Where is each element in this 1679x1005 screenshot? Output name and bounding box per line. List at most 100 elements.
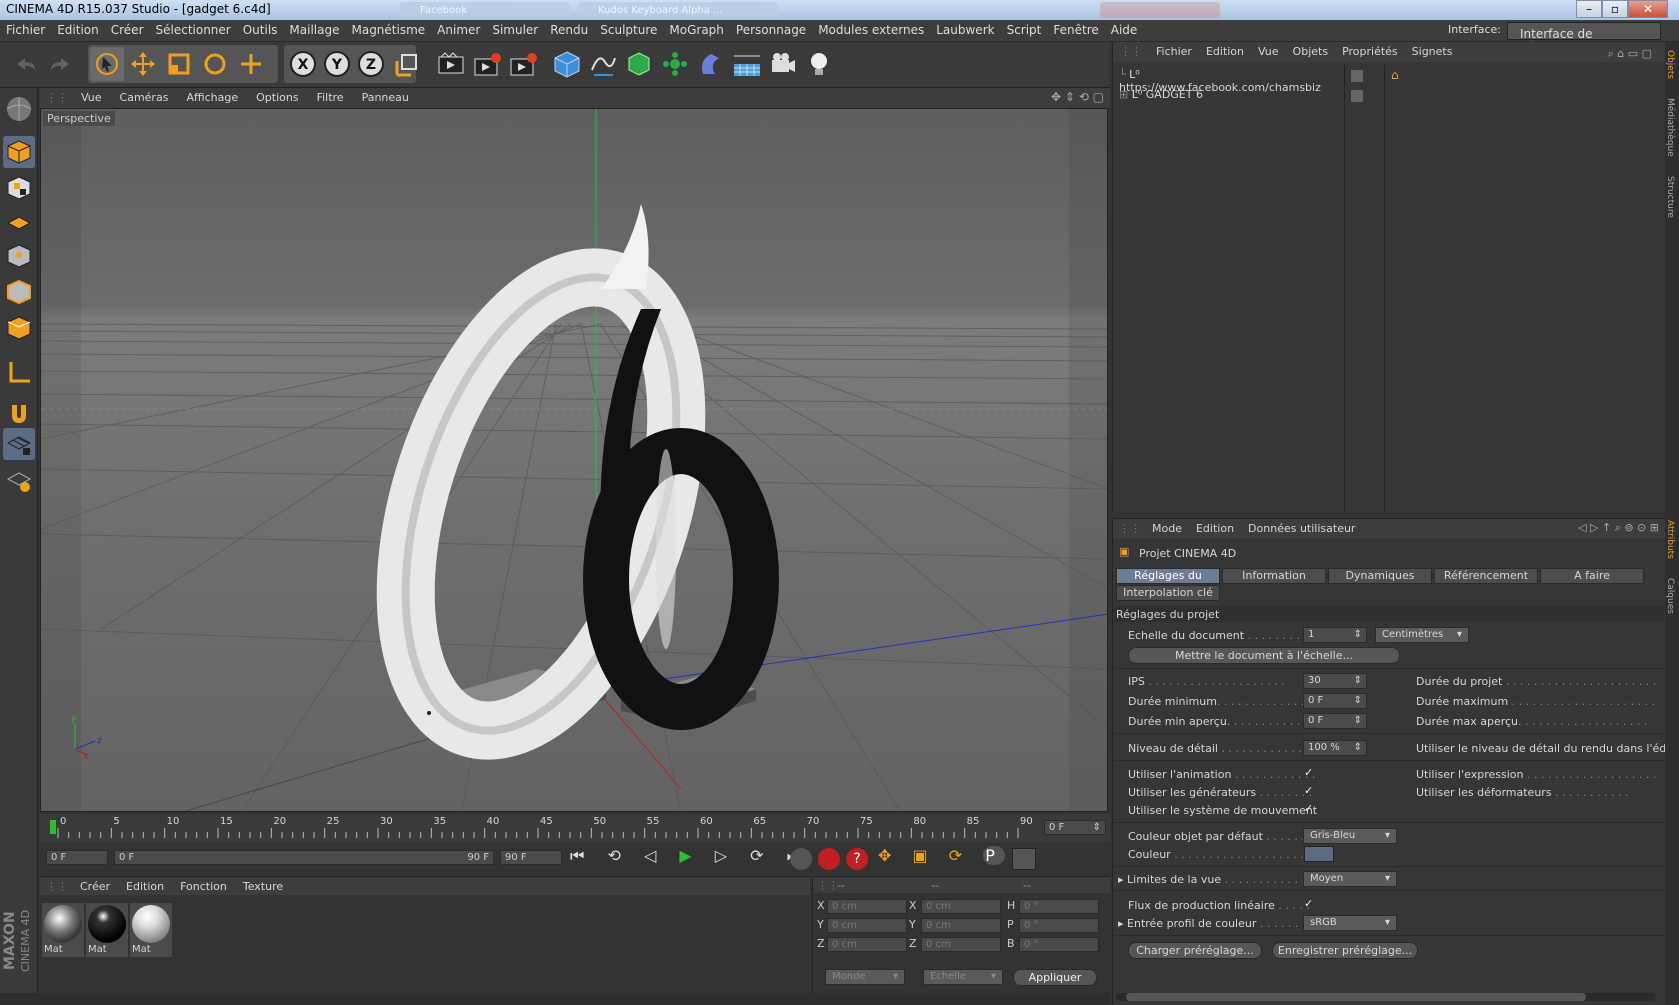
menu-maillage[interactable]: Maillage bbox=[283, 20, 345, 37]
spline-icon[interactable] bbox=[586, 47, 620, 81]
menu-animer[interactable]: Animer bbox=[431, 20, 486, 37]
menu-magnetisme[interactable]: Magnétisme bbox=[345, 20, 431, 37]
tab-reglages[interactable]: Réglages du projet bbox=[1116, 568, 1220, 596]
use-generators-checkbox[interactable]: ✓ bbox=[1304, 784, 1313, 797]
use-motion-checkbox[interactable]: ✓ bbox=[1304, 802, 1313, 815]
coord-rotation-field[interactable]: 0 ° bbox=[1019, 937, 1099, 952]
coord-size-field[interactable]: 0 cm bbox=[921, 937, 1001, 952]
x-axis-icon[interactable]: X bbox=[286, 47, 320, 81]
tab-referencement[interactable]: Référencement bbox=[1434, 568, 1538, 584]
object-manager-tools-icon[interactable]: ⌕ ⌂ ▭ ▢ bbox=[1601, 44, 1659, 64]
panel-handle-icon[interactable]: ⋮⋮ bbox=[40, 88, 72, 104]
menu-outils[interactable]: Outils bbox=[237, 20, 284, 37]
workplane-icon[interactable] bbox=[3, 93, 35, 125]
redo-icon[interactable] bbox=[44, 47, 78, 81]
menu-aide[interactable]: Aide bbox=[1105, 20, 1144, 37]
horizontal-scrollbar[interactable] bbox=[1116, 993, 1656, 1001]
menu-rendu[interactable]: Rendu bbox=[544, 20, 594, 37]
objects-menu-edition[interactable]: Edition bbox=[1199, 42, 1251, 61]
dock-tab-mediatheque[interactable]: Médiathèque bbox=[1665, 98, 1675, 157]
menu-personnage[interactable]: Personnage bbox=[730, 20, 812, 37]
coord-position-field[interactable]: 0 cm bbox=[827, 899, 907, 914]
tag-icon[interactable]: ⌂ bbox=[1391, 68, 1399, 82]
last-tool-icon[interactable] bbox=[234, 47, 268, 81]
material-menu-texture[interactable]: Texture bbox=[235, 877, 291, 896]
dock-tab-attributs[interactable]: Attributs bbox=[1665, 520, 1675, 559]
menu-creer[interactable]: Créer bbox=[105, 20, 150, 37]
default-color-select[interactable]: Gris-Bleu ▾ bbox=[1303, 828, 1397, 844]
deformer-icon[interactable] bbox=[694, 47, 728, 81]
nurbs-icon[interactable] bbox=[622, 47, 656, 81]
menu-mograph[interactable]: MoGraph bbox=[663, 20, 730, 37]
menu-modules-externes[interactable]: Modules externes bbox=[812, 20, 930, 37]
rotate-icon[interactable] bbox=[198, 47, 232, 81]
objects-menu-signets[interactable]: Signets bbox=[1405, 42, 1460, 61]
points-mode-icon[interactable] bbox=[3, 240, 35, 272]
timeline-settings-icon[interactable] bbox=[1012, 848, 1036, 870]
menu-script[interactable]: Script bbox=[1001, 20, 1048, 37]
material-swatch[interactable]: Mat bbox=[130, 903, 172, 957]
undo-icon[interactable] bbox=[8, 47, 42, 81]
doc-unit-select[interactable]: Centimètres ▾ bbox=[1375, 627, 1469, 643]
light-icon[interactable] bbox=[802, 47, 836, 81]
coord-position-field[interactable]: 0 cm bbox=[827, 918, 907, 933]
use-animation-checkbox[interactable]: ✓ bbox=[1304, 766, 1313, 779]
color-profile-select[interactable]: sRGB ▾ bbox=[1303, 915, 1397, 931]
object-row[interactable]: └ L⁰ https://www.facebook.com/chamsbiz bbox=[1119, 68, 1343, 94]
move-icon[interactable] bbox=[126, 47, 160, 81]
axis-mode-icon[interactable] bbox=[3, 356, 35, 388]
coord-size-field[interactable]: 0 cm bbox=[921, 918, 1001, 933]
3d-viewport[interactable]: y x z Perspective bbox=[40, 108, 1108, 812]
y-axis-icon[interactable]: Y bbox=[320, 47, 354, 81]
polygons-mode-icon[interactable] bbox=[3, 312, 35, 344]
layer-icon[interactable] bbox=[1351, 70, 1363, 82]
scene-icon[interactable] bbox=[730, 47, 764, 81]
array-icon[interactable] bbox=[658, 47, 692, 81]
scale-icon[interactable] bbox=[162, 47, 196, 81]
tab-interpolation[interactable]: Interpolation clé bbox=[1116, 585, 1220, 601]
render-view-icon[interactable] bbox=[434, 47, 468, 81]
end-frame-field[interactable]: 90 F bbox=[500, 850, 562, 865]
snap-settings-icon[interactable] bbox=[3, 464, 35, 496]
save-preset-button[interactable]: Enregistrer préréglage... bbox=[1272, 942, 1418, 959]
material-menu-edition[interactable]: Edition bbox=[118, 877, 172, 896]
viewport-nav-icons[interactable]: ✥ ⇕ ⟲ ▢ bbox=[1051, 88, 1104, 106]
timeline-ruler[interactable]: 0 5 10 15 20 25 30 35 40 45 50 55 60 65 70 75 80 85 90 0 F… bbox=[40, 814, 1110, 842]
edges-mode-icon[interactable] bbox=[3, 276, 35, 308]
viewport-camera-label[interactable]: Perspective bbox=[43, 111, 115, 126]
menu-selectionner[interactable]: Sélectionner bbox=[150, 20, 237, 37]
autokey-icon[interactable] bbox=[818, 848, 840, 870]
ips-field[interactable]: 30 ⇕ bbox=[1303, 673, 1367, 689]
objects-menu-objets[interactable]: Objets bbox=[1286, 42, 1336, 61]
color-swatch[interactable] bbox=[1304, 846, 1334, 862]
min-time-field[interactable]: 0 F ⇕ bbox=[1303, 693, 1367, 709]
tab-information[interactable]: Information bbox=[1222, 568, 1326, 584]
model-mode-icon[interactable] bbox=[3, 136, 35, 168]
doc-scale-field[interactable]: 1 ⇕ bbox=[1303, 627, 1367, 643]
attr-menu-donnees[interactable]: Données utilisateur bbox=[1241, 519, 1362, 538]
material-swatch[interactable]: Mat bbox=[42, 903, 84, 957]
attr-menu-edition[interactable]: Edition bbox=[1189, 519, 1241, 538]
start-frame-field[interactable]: 0 F bbox=[46, 850, 108, 865]
dock-tab-objets[interactable]: Objets bbox=[1665, 50, 1675, 79]
maximize-button[interactable]: ▫ bbox=[1602, 0, 1628, 18]
render-settings-icon[interactable] bbox=[506, 47, 540, 81]
menu-fenetre[interactable]: Fenêtre bbox=[1047, 20, 1104, 37]
tab-dynamiques[interactable]: Dynamiques bbox=[1328, 568, 1432, 584]
dock-tab-calques[interactable]: Calques bbox=[1665, 578, 1675, 614]
menu-edition[interactable]: Edition bbox=[51, 20, 105, 37]
tab-a-faire[interactable]: A faire bbox=[1540, 568, 1644, 584]
coord-rotation-field[interactable]: 0 ° bbox=[1019, 918, 1099, 933]
object-row[interactable]: ⊞ L⁰ GADGET 6 bbox=[1119, 88, 1343, 106]
close-window-button[interactable]: ✕ bbox=[1628, 0, 1668, 18]
coord-size-field[interactable]: 0 cm bbox=[921, 899, 1001, 914]
menu-simuler[interactable]: Simuler bbox=[486, 20, 544, 37]
material-swatch[interactable]: Mat bbox=[86, 903, 128, 957]
attr-tools-icon[interactable]: ◁ ▷ ↑ ⌕ ⊚ ⊙ ⊞ bbox=[1578, 521, 1659, 535]
help-keyframe-icon[interactable]: ? bbox=[846, 848, 868, 870]
scale-document-button[interactable]: Mettre le document à l'échelle... bbox=[1128, 647, 1400, 664]
dock-tab-structure[interactable]: Structure bbox=[1665, 176, 1675, 218]
select-icon[interactable] bbox=[90, 47, 124, 81]
coord-position-field[interactable]: 0 cm bbox=[827, 937, 907, 952]
coord-system-icon[interactable] bbox=[390, 47, 424, 81]
